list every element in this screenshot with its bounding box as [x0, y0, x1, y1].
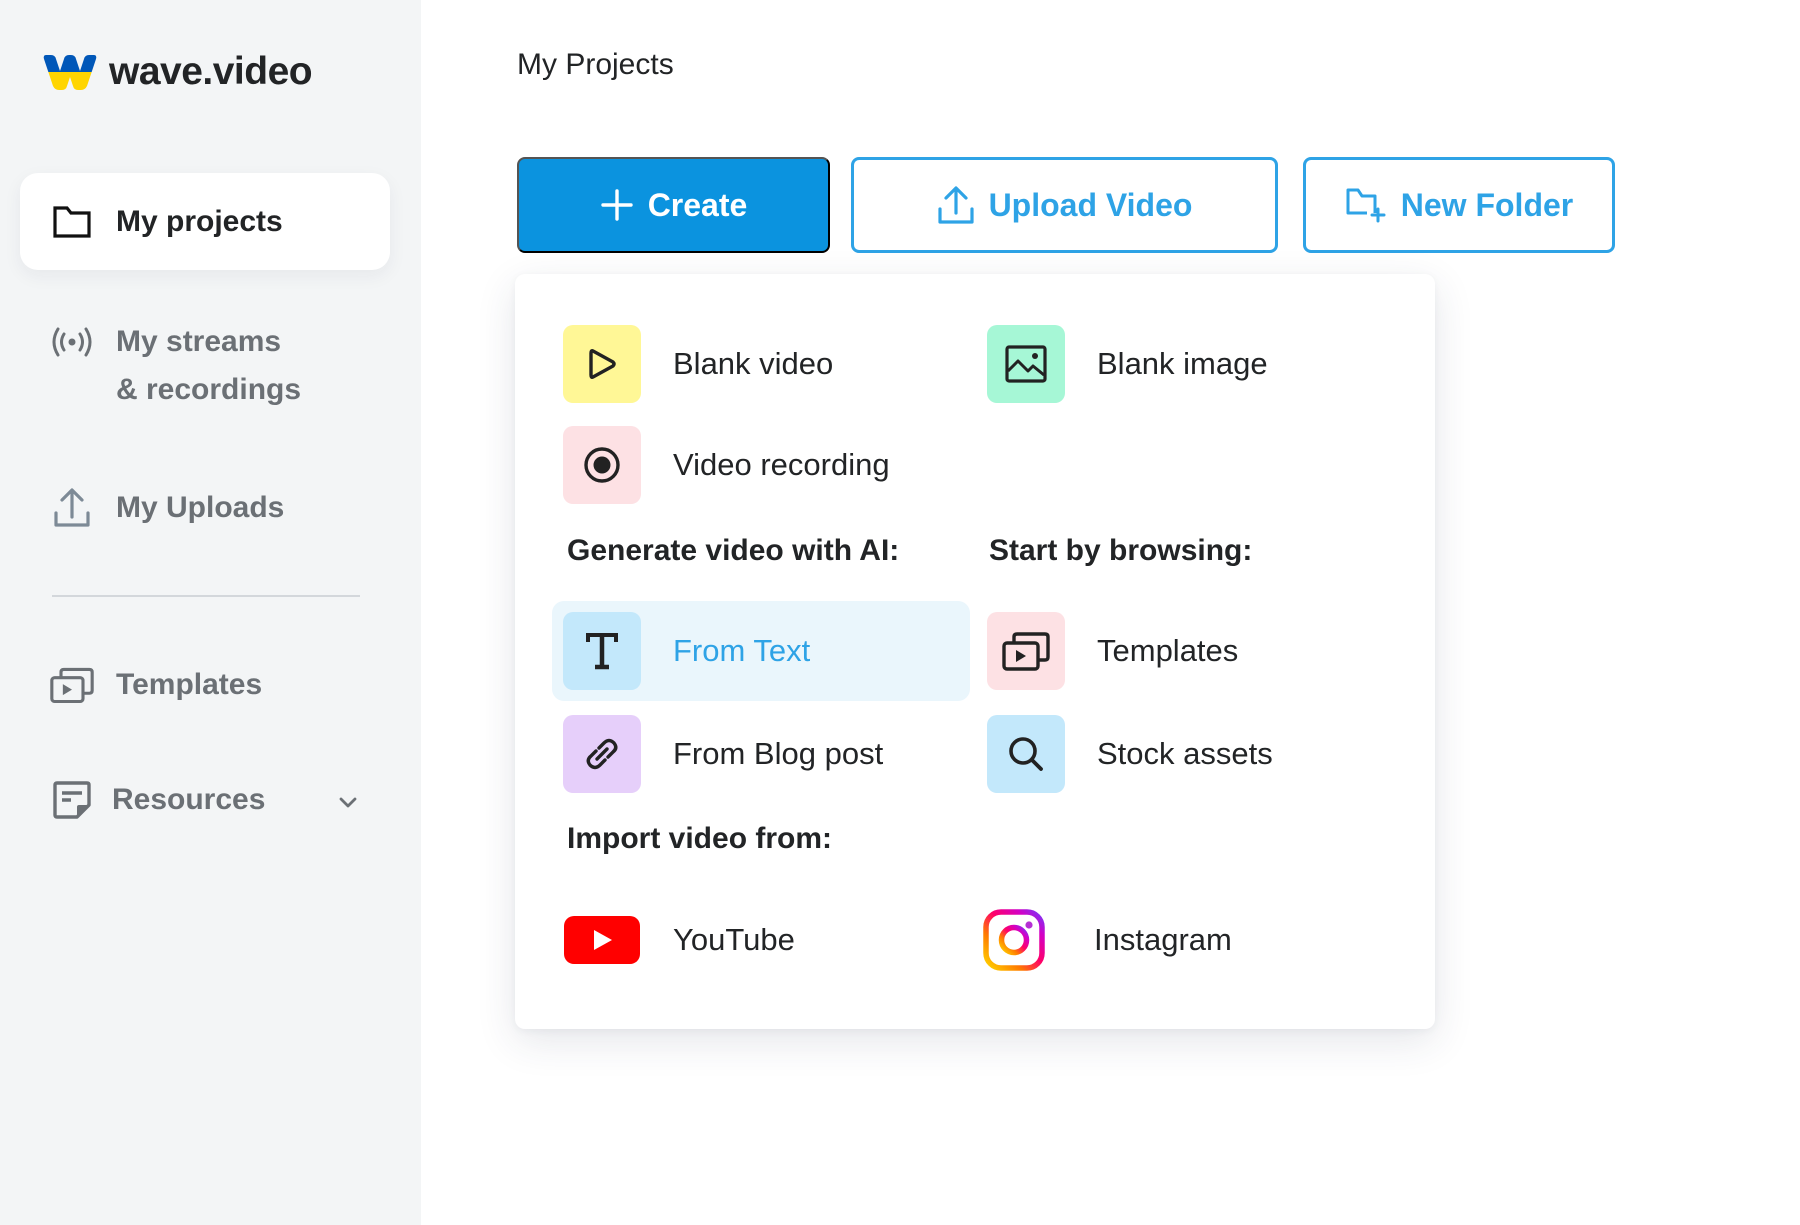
- import-section-heading: Import video from:: [567, 822, 832, 856]
- menu-item-stock-assets[interactable]: Stock assets: [987, 704, 1273, 804]
- sidebar-item-my-uploads[interactable]: My Uploads: [20, 484, 390, 532]
- menu-item-youtube[interactable]: YouTube: [563, 890, 795, 990]
- sidebar-item-templates[interactable]: Templates: [20, 661, 390, 709]
- brand-name: wave.video: [109, 50, 312, 94]
- menu-item-label: Blank image: [1097, 346, 1268, 382]
- ai-section-heading: Generate video with AI:: [567, 534, 899, 568]
- menu-item-label: Blank video: [673, 346, 833, 382]
- menu-item-templates[interactable]: Templates: [987, 601, 1238, 701]
- create-button[interactable]: Create: [517, 157, 830, 253]
- menu-item-video-recording[interactable]: Video recording: [563, 415, 890, 515]
- resources-icon: [50, 778, 94, 822]
- chevron-down-icon[interactable]: [336, 788, 360, 812]
- link-icon: [563, 715, 641, 793]
- image-icon: [987, 325, 1065, 403]
- templates-icon: [987, 612, 1065, 690]
- menu-item-label: Templates: [1097, 633, 1238, 669]
- browse-section-heading: Start by browsing:: [989, 534, 1252, 568]
- menu-item-label: YouTube: [673, 922, 795, 958]
- instagram-icon: [982, 908, 1046, 972]
- sidebar-item-my-streams[interactable]: My streams & recordings: [20, 318, 390, 414]
- upload-icon: [50, 486, 94, 530]
- brand-logo[interactable]: wave.video: [43, 50, 312, 94]
- menu-item-from-text[interactable]: From Text: [552, 601, 970, 701]
- text-icon: [563, 612, 641, 690]
- sidebar-item-label-line1: My streams: [116, 318, 301, 366]
- menu-item-label: From Blog post: [673, 736, 883, 772]
- record-icon: [563, 426, 641, 504]
- play-icon: [563, 325, 641, 403]
- folder-icon: [50, 200, 94, 244]
- sidebar-item-my-projects[interactable]: My projects: [20, 173, 390, 270]
- templates-icon: [50, 663, 94, 707]
- new-folder-button-label: New Folder: [1401, 187, 1573, 224]
- menu-item-blank-video[interactable]: Blank video: [563, 314, 833, 414]
- menu-item-label: Stock assets: [1097, 736, 1273, 772]
- upload-video-button[interactable]: Upload Video: [851, 157, 1278, 253]
- upload-icon: [937, 185, 975, 225]
- sidebar-item-label: Resources: [112, 776, 265, 824]
- broadcast-icon: [50, 320, 94, 364]
- sidebar-item-label: My projects: [116, 198, 283, 246]
- menu-item-label: Video recording: [673, 447, 890, 483]
- sidebar-item-label: Templates: [116, 661, 262, 709]
- plus-icon: [600, 188, 634, 222]
- menu-item-label: Instagram: [1094, 922, 1232, 958]
- folder-plus-icon: [1345, 187, 1387, 223]
- sidebar-item-label-line2: & recordings: [116, 366, 301, 414]
- sidebar-item-label: My streams & recordings: [116, 318, 301, 414]
- sidebar-item-resources[interactable]: Resources: [20, 776, 390, 824]
- sidebar-item-label: My Uploads: [116, 484, 284, 532]
- menu-item-label: From Text: [673, 633, 810, 669]
- upload-video-button-label: Upload Video: [989, 187, 1193, 224]
- create-menu: Blank video Blank image Video recording …: [515, 274, 1435, 1029]
- menu-item-from-blog-post[interactable]: From Blog post: [563, 704, 883, 804]
- page-title: My Projects: [517, 48, 674, 82]
- create-button-label: Create: [648, 187, 748, 224]
- menu-item-blank-image[interactable]: Blank image: [987, 314, 1268, 414]
- youtube-icon: [563, 915, 641, 965]
- search-icon: [987, 715, 1065, 793]
- new-folder-button[interactable]: New Folder: [1303, 157, 1615, 253]
- sidebar: wave.video My projects My streams & reco…: [0, 0, 421, 1225]
- sidebar-divider: [52, 595, 360, 597]
- menu-item-instagram[interactable]: Instagram: [982, 890, 1232, 990]
- wave-logo-icon: [43, 53, 97, 91]
